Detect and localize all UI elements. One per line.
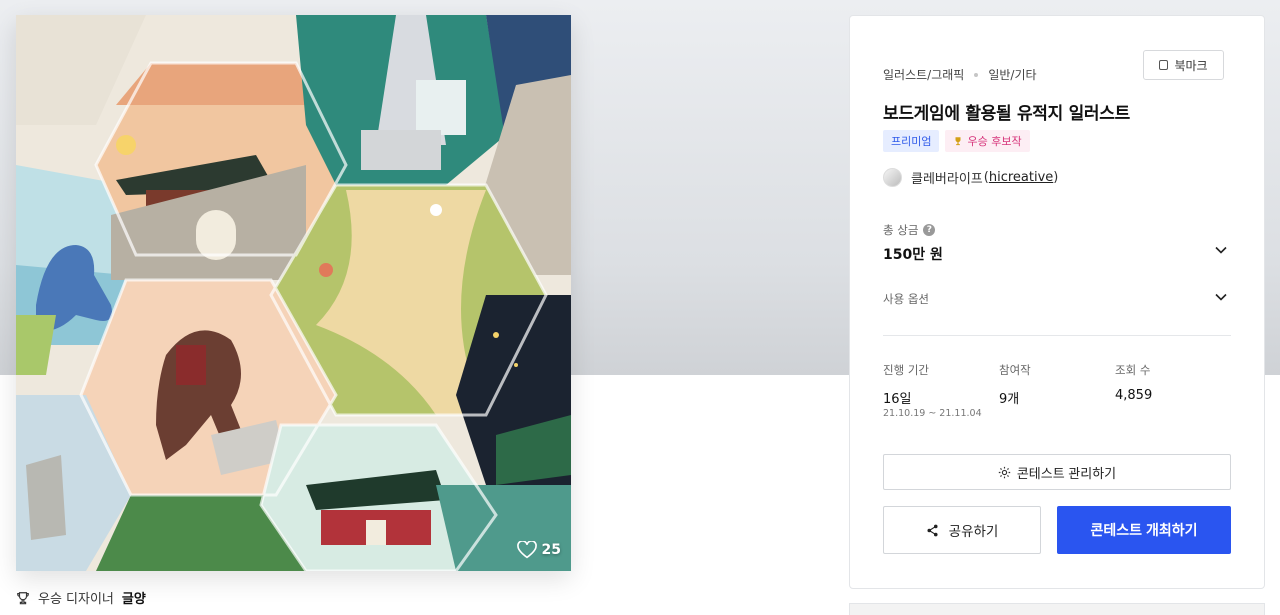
- chevron-down-icon[interactable]: [1215, 293, 1227, 301]
- avatar: [883, 168, 902, 187]
- host-contest-button[interactable]: 콘테스트 개최하기: [1057, 506, 1231, 554]
- designer-name: 클레버라이프: [911, 172, 983, 187]
- like-counter[interactable]: 25: [516, 541, 561, 559]
- prize-label-row: 총 상금 ?: [883, 222, 936, 238]
- stat-entries: 참여작 9개: [999, 362, 1031, 407]
- candidate-badge: 우승 후보작: [945, 130, 1030, 152]
- contest-artwork[interactable]: 25: [16, 15, 571, 571]
- period-label: 진행 기간: [883, 363, 929, 377]
- badge-list: 프리미엄 우승 후보작: [883, 130, 1030, 152]
- candidate-badge-label: 우승 후보작: [967, 135, 1022, 148]
- help-icon[interactable]: ?: [923, 224, 936, 236]
- stat-views: 조회 수 4,859: [1115, 362, 1152, 403]
- entries-label: 참여작: [999, 363, 1031, 377]
- bookmark-label: 북마크: [1174, 58, 1208, 73]
- separator-dot: [974, 72, 979, 77]
- entries-value: 9개: [999, 392, 1020, 407]
- views-value: 4,859: [1115, 388, 1153, 403]
- designer-handle-wrap: (hicreative): [983, 170, 1059, 185]
- prize-value: 150만 원: [883, 247, 943, 263]
- bookmark-button[interactable]: 북마크: [1143, 50, 1224, 80]
- designer-handle[interactable]: hicreative: [989, 170, 1053, 185]
- next-card-preview[interactable]: [849, 603, 1265, 615]
- trophy-icon: [17, 591, 29, 604]
- winner-name[interactable]: 글양: [122, 588, 146, 607]
- manage-contest-label: 콘테스트 관리하기: [1016, 465, 1117, 481]
- like-count: 25: [541, 542, 561, 558]
- winner-designer: 우승 디자이너 글양: [16, 588, 146, 607]
- artwork-illustration: [16, 15, 571, 571]
- chevron-down-icon[interactable]: [1215, 246, 1227, 254]
- stat-period: 진행 기간 16일: [883, 362, 929, 407]
- share-label: 공유하기: [948, 524, 999, 539]
- share-button[interactable]: 공유하기: [883, 506, 1041, 554]
- gear-icon: [998, 466, 1011, 478]
- premium-badge: 프리미엄: [883, 130, 940, 152]
- contest-title: 보드게임에 활용될 유적지 일러스트: [883, 104, 1130, 124]
- heart-icon: [516, 541, 537, 559]
- category-sub[interactable]: 일반/기타: [988, 66, 1036, 83]
- bookmark-icon: [1159, 60, 1169, 70]
- views-label: 조회 수: [1115, 363, 1151, 377]
- manage-contest-button[interactable]: 콘테스트 관리하기: [883, 454, 1231, 490]
- winner-label: 우승 디자이너: [38, 592, 114, 607]
- share-icon: [927, 524, 938, 536]
- trophy-icon: [955, 137, 961, 146]
- divider: [883, 335, 1231, 336]
- period-value: 16일: [883, 392, 912, 407]
- contest-info-panel: 일러스트/그래픽 일반/기타 북마크 보드게임에 활용될 유적지 일러스트 프리…: [849, 15, 1265, 589]
- category-main[interactable]: 일러스트/그래픽: [883, 66, 964, 83]
- usage-label: 사용 옵션: [883, 292, 929, 306]
- designer-info[interactable]: 클레버라이프 (hicreative): [883, 168, 1058, 187]
- period-dates: 21.10.19 ~ 21.11.04: [883, 408, 982, 419]
- prize-label: 총 상금: [883, 223, 919, 237]
- breadcrumb: 일러스트/그래픽 일반/기타: [883, 66, 1037, 83]
